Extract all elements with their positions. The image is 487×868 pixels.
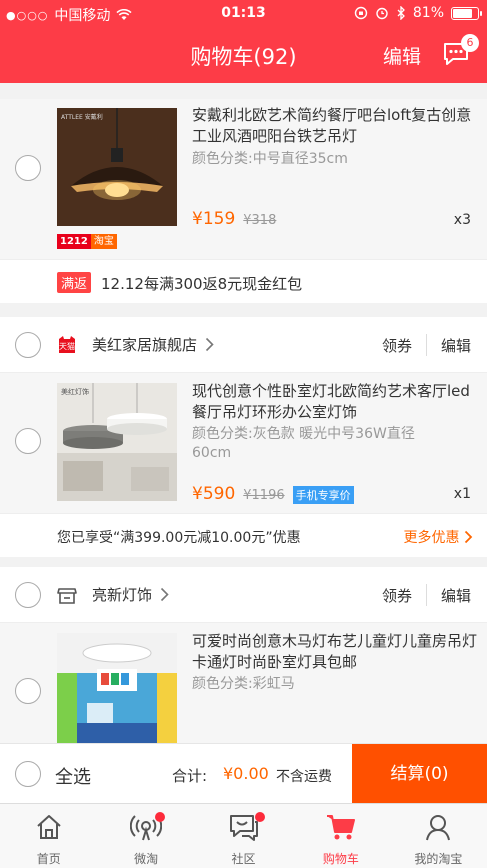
shop-header: 亮新灯饰 领券 编辑 [0,567,487,623]
item-price: ¥159 [192,209,236,229]
tab-cart[interactable]: 购物车 [292,804,389,868]
item-checkbox[interactable] [15,428,41,454]
thumbnail-brand: ATTLEE 安戴利 [61,114,103,121]
promo-text: 您已享受“满399.00元减10.00元”优惠 [57,530,301,546]
tmall-icon: 天猫 [56,334,78,356]
tab-home[interactable]: 首页 [0,804,97,868]
edit-button[interactable]: 编辑 [383,42,421,69]
checkout-button[interactable]: 结算(0) [352,744,487,804]
divider [426,584,427,606]
chevron-right-icon [464,530,473,544]
shop-name: 美红家居旗舰店 [92,336,198,354]
item-thumbnail[interactable]: 美红灯饰 [57,383,177,501]
shop-header: 天猫 美红家居旗舰店 领券 编辑 [0,317,487,373]
item-checkbox[interactable] [15,155,41,181]
nav-bar: 购物车(92) 编辑 6 [0,28,487,83]
tab-label: 首页 [36,852,61,866]
item-original-price: ¥318 [243,213,277,228]
item-checkbox[interactable] [15,678,41,704]
battery-icon [451,6,482,20]
store-icon [57,588,77,604]
ring-lamp-image [57,383,177,501]
shop-edit-button[interactable]: 编辑 [441,335,471,356]
tab-label: 购物车 [322,852,359,866]
item-quantity: x1 [453,486,471,502]
notification-dot [254,812,265,822]
chevron-right-icon [160,587,169,602]
item-original-price: ¥1196 [243,488,285,503]
mobile-price-tag: 手机专享价 [292,486,354,504]
item-price-row: ¥159 ¥318 [192,209,276,229]
item-spec[interactable]: 颜色分类:中号直径35cm [192,150,452,169]
item-price: ¥590 [192,484,236,504]
kids-room-lamp-image [57,633,177,743]
item-title[interactable]: 安戴利北欧艺术简约餐厅吧台loft复古创意工业风酒吧阳台铁艺吊灯 [192,105,477,147]
shop-card: 天猫 美红家居旗舰店 领券 编辑 美红灯饰 现代创意个性卧室灯北欧简约艺术客厅l… [0,317,487,557]
battery-fill [453,8,472,18]
item-title[interactable]: 现代创意个性卧室灯北欧简约艺术客厅led餐厅吊灯环形办公室灯饰 [192,381,477,423]
more-offers-link[interactable]: 更多优惠 [404,527,473,547]
promo-badge: 满返 [57,272,92,293]
tmall-label: 天猫 [59,342,75,351]
status-bar: ●○○○ 中国移动 01:13 81% [0,0,487,28]
bluetooth-icon [397,6,405,20]
cart-list[interactable]: ATTLEE 安戴利 安戴利北欧艺术简约餐厅吧台loft复古创意工业风酒吧阳台铁… [0,83,487,743]
promo-row[interactable]: 满返 12.12每满300返8元现金红包 [0,259,487,303]
more-offers-label: 更多优惠 [403,530,460,546]
profile-icon [426,815,451,841]
item-spec[interactable]: 颜色分类:彩虹马 [192,675,452,694]
shop-checkbox[interactable] [15,582,41,608]
home-icon [37,815,61,839]
tab-profile[interactable]: 我的淘宝 [390,804,487,868]
item-quantity: x3 [453,212,471,228]
coupon-button[interactable]: 领券 [382,585,412,606]
message-button[interactable]: 6 [441,34,479,70]
cart-item[interactable]: 可爱时尚创意木马灯布艺儿童灯儿童房吊灯卡通灯时尚卧室灯具包邮 颜色分类:彩虹马 [0,623,487,743]
shop-name-link[interactable]: 美红家居旗舰店 [92,334,214,355]
select-all-checkbox[interactable] [15,761,41,787]
battery-percent: 81% [412,5,444,21]
message-badge: 6 [461,34,479,52]
shop-name: 亮新灯饰 [92,586,153,604]
notification-dot [155,812,166,822]
cart-item-card: ATTLEE 安戴利 安戴利北欧艺术简约餐厅吧台loft复古创意工业风酒吧阳台铁… [0,99,487,303]
coupon-button[interactable]: 领券 [382,335,412,356]
pendant-lamp-image [57,108,177,226]
item-title[interactable]: 可爱时尚创意木马灯布艺儿童灯儿童房吊灯卡通灯时尚卧室灯具包邮 [192,631,477,673]
shop-name-link[interactable]: 亮新灯饰 [92,584,169,605]
select-all-label[interactable]: 全选 [55,763,91,789]
total-label: 合计: [172,767,208,785]
item-thumbnail[interactable] [57,633,177,743]
promo-text: 12.12每满300返8元现金红包 [101,275,303,293]
tab-bar: 首页 微淘 社区 购物车 我的淘宝 [0,803,487,868]
cart-icon [326,815,355,840]
item-price-row: ¥590 ¥1196 手机专享价 [192,484,354,504]
chevron-right-icon [205,337,214,352]
alarm-icon [376,7,388,20]
thumbnail-brand: 美红灯饰 [61,388,89,396]
shop-edit-button[interactable]: 编辑 [441,585,471,606]
tab-label: 社区 [231,852,256,866]
cart-item[interactable]: ATTLEE 安戴利 安戴利北欧艺术简约餐厅吧台loft复古创意工业风酒吧阳台铁… [0,99,487,259]
shop-card: 亮新灯饰 领券 编辑 可爱时尚创意木马灯布艺儿童灯儿童房吊灯卡通灯时尚卧室灯具包… [0,567,487,743]
item-thumbnail[interactable]: ATTLEE 安戴利 [57,108,177,226]
badge-1212: 1212 [57,234,91,249]
tab-label: 我的淘宝 [414,852,463,866]
tab-weitao[interactable]: 微淘 [97,804,194,868]
divider [426,334,427,356]
tab-community[interactable]: 社区 [195,804,292,868]
rotation-lock-icon [354,6,368,20]
badge-taobao: 淘宝 [90,234,117,249]
tab-label: 微淘 [134,852,159,866]
promo-row[interactable]: 您已享受“满399.00元减10.00元”优惠 更多优惠 [0,513,487,557]
shop-checkbox[interactable] [15,332,41,358]
checkout-bar: 全选 合计: ¥0.00 不含运费 结算(0) [0,743,487,804]
item-spec[interactable]: 颜色分类:灰色款 暖光中号36W直径60cm [192,425,452,463]
shipping-note: 不含运费 [276,769,332,785]
promo-1212-badge: 1212 淘宝 [57,234,117,249]
total-value: ¥0.00 [223,764,269,783]
cart-item[interactable]: 美红灯饰 现代创意个性卧室灯北欧简约艺术客厅led餐厅吊灯环形办公室灯饰 颜色分… [0,373,487,513]
status-right: 81% [354,5,482,21]
